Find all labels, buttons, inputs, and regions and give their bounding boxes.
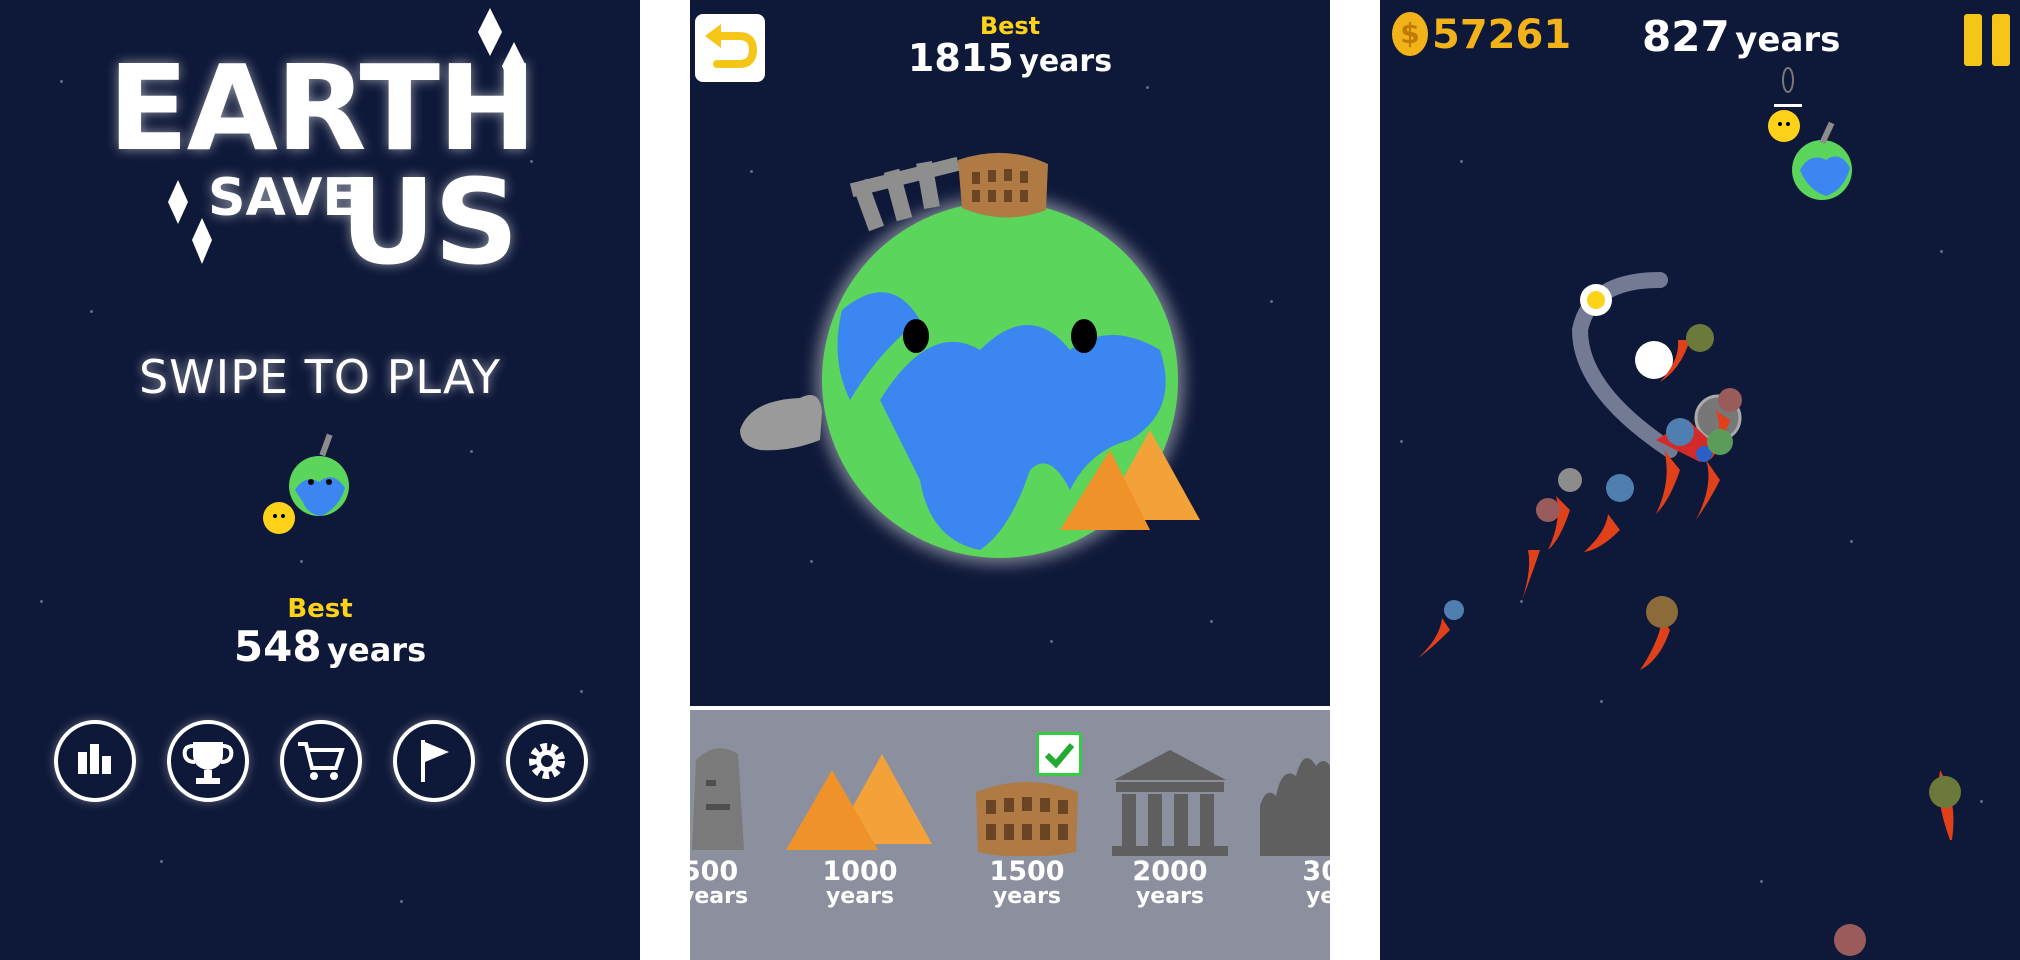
earth-character bbox=[1768, 67, 1852, 200]
best-label: Best bbox=[287, 594, 353, 624]
pyramids-landmark bbox=[786, 754, 932, 850]
landmark-unit: years bbox=[992, 884, 1062, 909]
landmark-unit: years bbox=[825, 884, 895, 909]
shop-button[interactable] bbox=[280, 720, 362, 802]
best-score: 548 years bbox=[0, 622, 640, 671]
star bbox=[1050, 640, 1053, 643]
coin-counter: 57261 bbox=[1432, 12, 1572, 58]
landmark-threshold: 3000 bbox=[1302, 856, 1330, 887]
landmark-unit: years bbox=[690, 884, 749, 909]
landmark-threshold: 1500 bbox=[989, 856, 1065, 887]
landmark-threshold: 1000 bbox=[822, 856, 898, 887]
star bbox=[60, 80, 63, 83]
landmark-item-colosseum[interactable]: 1500 years bbox=[967, 858, 1087, 908]
landmark-item-parthenon[interactable]: 2000 years bbox=[1110, 858, 1230, 908]
pause-button[interactable] bbox=[1962, 12, 2014, 68]
gear-icon bbox=[529, 743, 565, 779]
selected-checkmark bbox=[1036, 732, 1082, 776]
cathedral-landmark bbox=[1260, 758, 1330, 856]
earth-with-landmarks bbox=[740, 152, 1200, 564]
star bbox=[1940, 250, 1943, 253]
years-unit: years bbox=[1735, 20, 1841, 60]
leaderboard-icon bbox=[78, 744, 111, 774]
landmark-unit: years bbox=[1305, 884, 1330, 909]
parthenon-landmark bbox=[1112, 750, 1228, 856]
landmark-item-moai[interactable]: 500 years bbox=[690, 856, 749, 909]
meteor bbox=[1660, 324, 1714, 382]
landmark-threshold: 500 bbox=[690, 856, 739, 887]
achievements-button[interactable] bbox=[167, 720, 249, 802]
years-survived: 827 years bbox=[1642, 12, 1840, 61]
coin-icon: $ bbox=[1392, 12, 1428, 56]
best-score-value: 548 bbox=[233, 622, 322, 671]
star bbox=[300, 560, 303, 563]
collection-button[interactable] bbox=[393, 720, 475, 802]
best-score-unit: years bbox=[1019, 44, 1113, 79]
landmark-item-pyramids[interactable]: 1000 years bbox=[800, 858, 920, 908]
star bbox=[470, 450, 473, 453]
best-score-unit: years bbox=[327, 631, 427, 669]
landmark-unit: years bbox=[1135, 884, 1205, 909]
years-value: 827 bbox=[1642, 12, 1730, 61]
star bbox=[1460, 160, 1463, 163]
landmark-shelf[interactable]: 500 years 1000 years 1500 years bbox=[690, 710, 1330, 960]
earth-character bbox=[263, 433, 349, 534]
settings-button[interactable] bbox=[506, 720, 588, 802]
logo-diamonds bbox=[168, 8, 526, 264]
leaderboard-button[interactable] bbox=[54, 720, 136, 802]
colosseum-landmark bbox=[976, 782, 1078, 856]
best-score: 1815 years bbox=[690, 36, 1330, 80]
moai-landmark bbox=[692, 748, 744, 850]
landmark-threshold: 2000 bbox=[1132, 856, 1208, 887]
star bbox=[1270, 300, 1273, 303]
star bbox=[580, 690, 583, 693]
star bbox=[160, 860, 163, 863]
pause-icon bbox=[1964, 14, 2010, 66]
best-score-value: 1815 bbox=[907, 36, 1014, 80]
swipe-to-play-prompt[interactable]: SWIPE TO PLAY bbox=[0, 350, 640, 404]
star bbox=[90, 310, 93, 313]
landmark-item-cathedral[interactable]: 3000 years bbox=[1280, 858, 1330, 908]
trophy-icon bbox=[182, 742, 234, 784]
meteor-field bbox=[1418, 324, 1961, 956]
star bbox=[400, 900, 403, 903]
main-menu-screen[interactable]: EARTH SAVE US SWIPE TO PLAY Best 548 yea… bbox=[0, 0, 640, 960]
star bbox=[1210, 620, 1213, 623]
checkmark-icon bbox=[1044, 743, 1075, 769]
cart-icon bbox=[298, 742, 345, 780]
gameplay-screen[interactable]: $ 57261 827 years bbox=[1380, 0, 2020, 960]
flag-icon bbox=[421, 740, 449, 782]
collection-screen: Best 1815 years 500 years bbox=[690, 0, 1330, 960]
star bbox=[1146, 86, 1149, 89]
